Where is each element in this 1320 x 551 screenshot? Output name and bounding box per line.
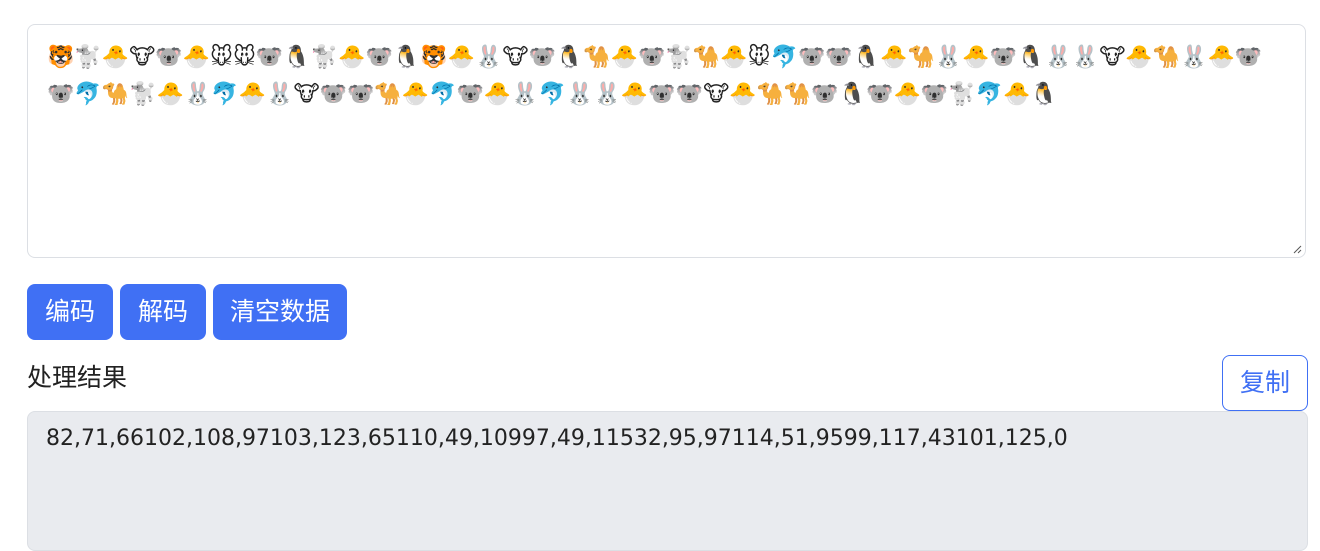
copy-button[interactable]: 复制	[1222, 355, 1308, 411]
decode-button[interactable]: 解码	[120, 284, 206, 340]
result-label: 处理结果	[27, 363, 128, 392]
emoji-input-textarea[interactable]: 🐯🐩🐣🐮🐨🐣🐭🐭🐨🐧🐩🐣🐨🐧🐯🐣🐰🐮🐨🐧🐪🐣🐨🐩🐪🐣🐭🐬🐨🐨🐧🐣🐪🐰🐣🐨🐧🐰🐰🐮…	[27, 24, 1306, 258]
emoji-input-content: 🐯🐩🐣🐮🐨🐣🐭🐭🐨🐧🐩🐣🐨🐧🐯🐣🐰🐮🐨🐧🐪🐣🐨🐩🐪🐣🐭🐬🐨🐨🐧🐣🐪🐰🐣🐨🐧🐰🐰🐮…	[47, 45, 1263, 107]
resize-handle-icon[interactable]	[1292, 244, 1302, 254]
clear-data-button[interactable]: 清空数据	[213, 284, 347, 340]
result-output-textarea[interactable]: 82,71,66102,108,97103,123,65110,49,10997…	[27, 411, 1308, 551]
result-output-value: 82,71,66102,108,97103,123,65110,49,10997…	[46, 426, 1068, 451]
encode-button[interactable]: 编码	[27, 284, 113, 340]
